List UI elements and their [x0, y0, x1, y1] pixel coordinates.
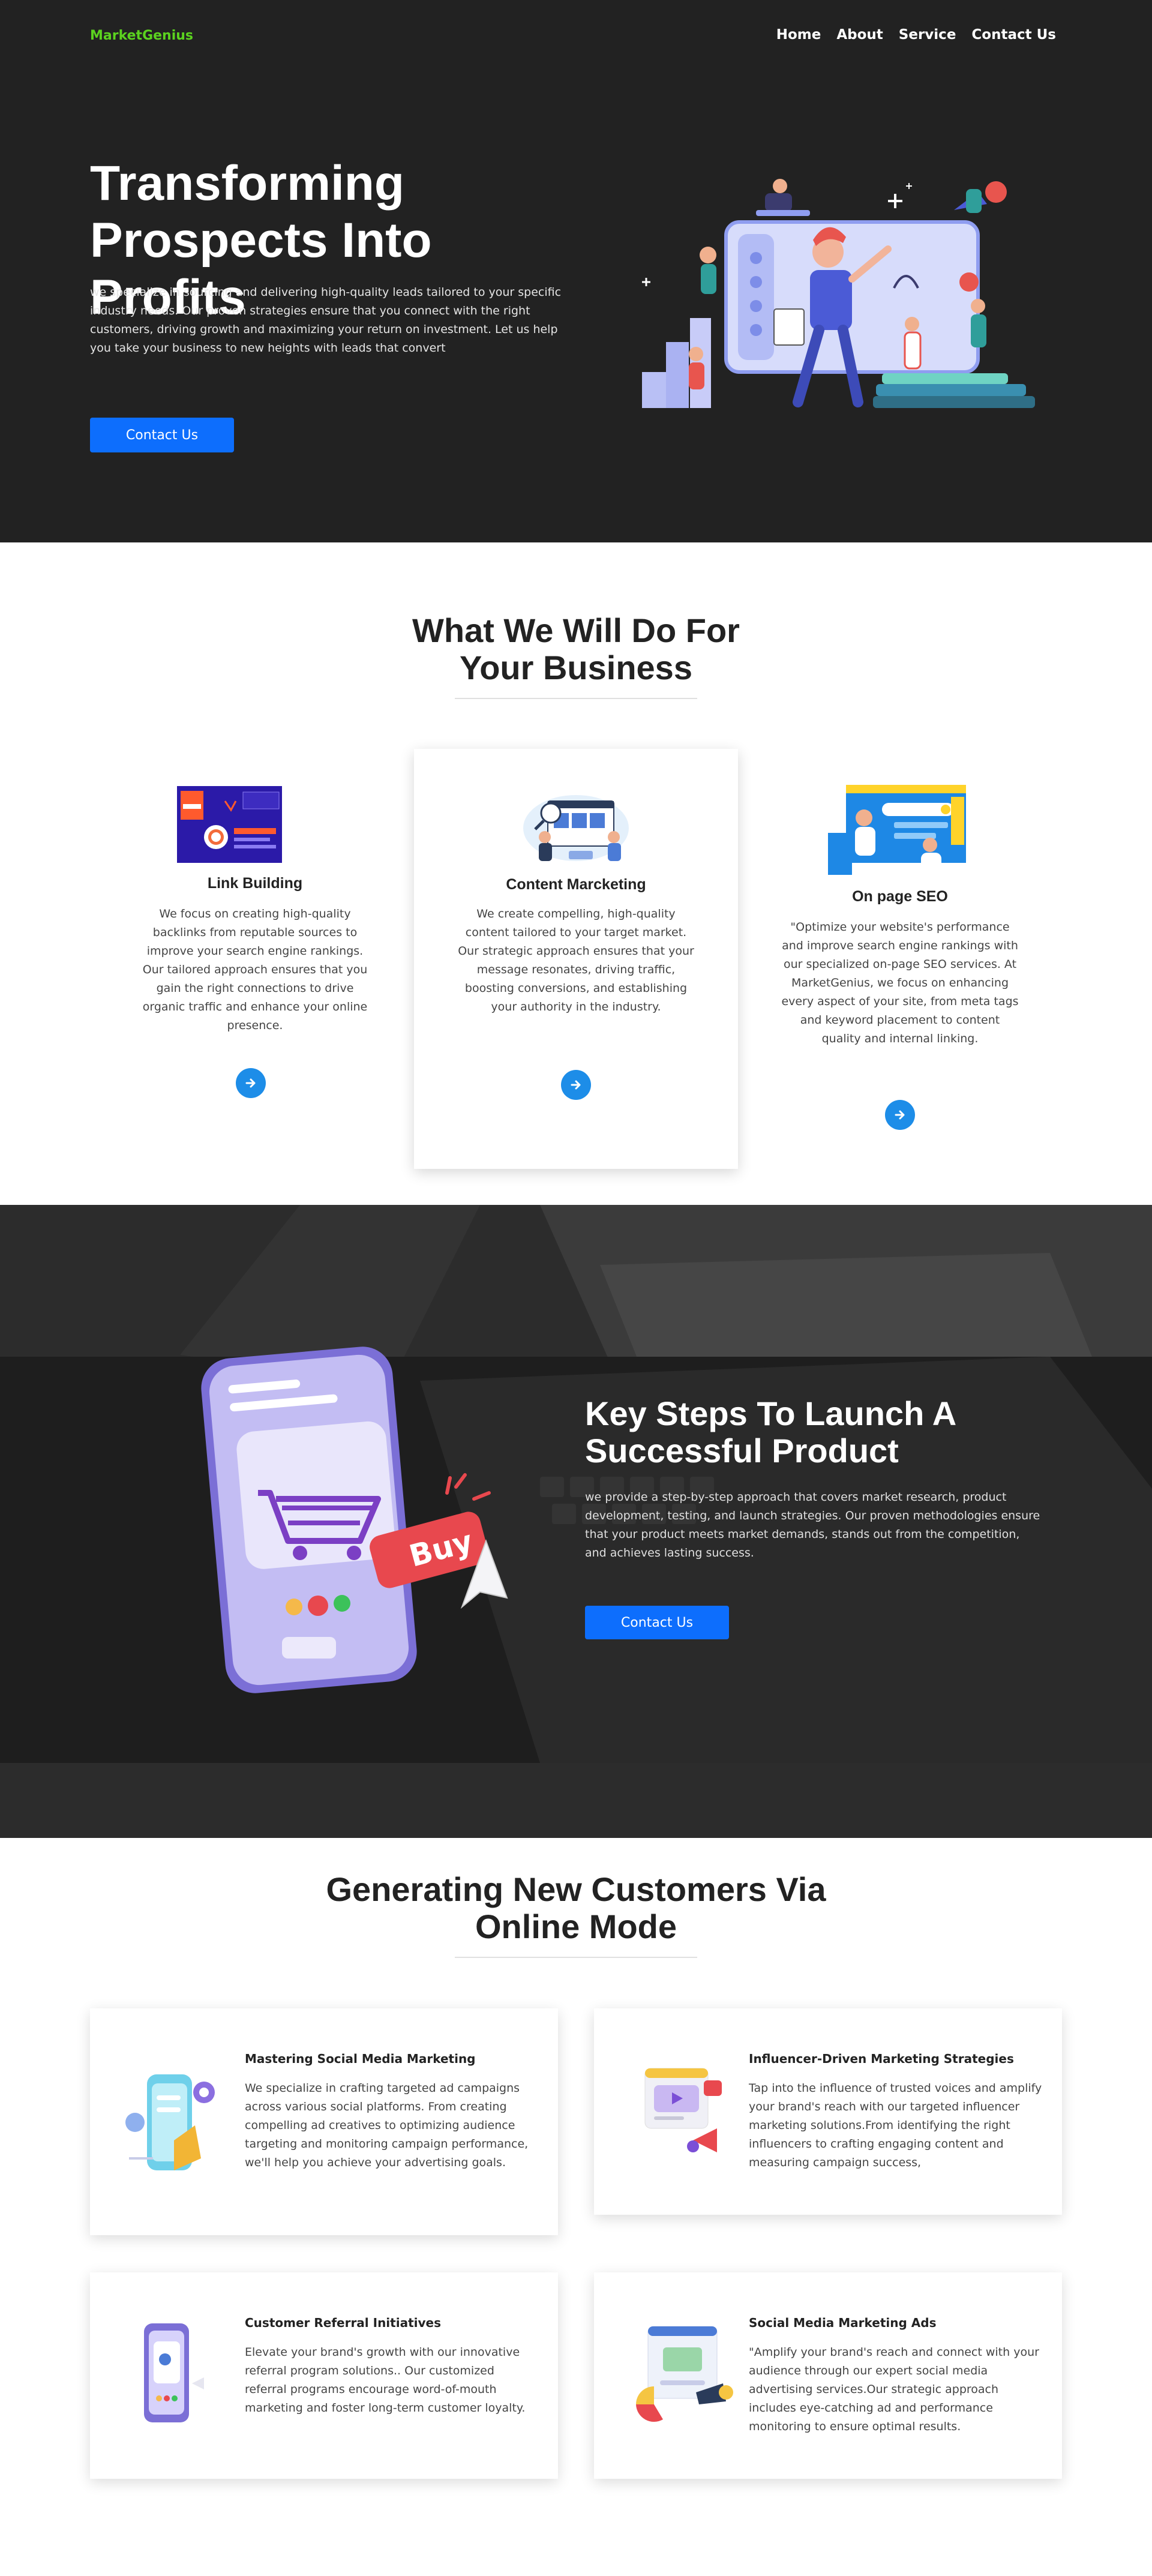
arrow-right-icon	[245, 1078, 256, 1088]
nav-link-contact[interactable]: Contact Us	[971, 27, 1056, 43]
brand-logo[interactable]: MarketGenius	[90, 28, 193, 43]
customer-card-social-media: Mastering Social Media Marketing We spec…	[90, 2008, 558, 2235]
service-card-on-page-seo: On page SEO "Optimize your website's per…	[768, 749, 1032, 1145]
navbar: MarketGenius Home About Service Contact …	[0, 0, 1152, 72]
customer-card-title: Mastering Social Media Marketing	[245, 2052, 476, 2066]
service-title: Link Building	[207, 875, 303, 892]
key-steps-contact-button[interactable]: Contact Us	[585, 1606, 729, 1639]
social-ads-icon	[636, 2326, 733, 2422]
hero-illustration	[642, 179, 1035, 408]
customer-card-title: Influencer-Driven Marketing Strategies	[749, 2052, 1014, 2066]
service-description: We focus on creating high-quality backli…	[142, 907, 368, 1032]
shopping-phone-illustration	[201, 1347, 508, 1693]
customer-card-title: Customer Referral Initiatives	[245, 2316, 441, 2330]
services-title: What We Will Do For Your Business	[412, 611, 740, 686]
customer-card-social-ads: Social Media Marketing Ads "Amplify your…	[594, 2272, 1062, 2479]
service-description: We create compelling, high-quality conte…	[458, 907, 694, 1013]
service-arrow-button[interactable]	[236, 1068, 266, 1098]
nav-link-about[interactable]: About	[836, 27, 883, 43]
nav-menu: Home About Service Contact Us	[776, 27, 1056, 43]
arrow-right-icon	[895, 1110, 905, 1120]
customer-card-title: Social Media Marketing Ads	[749, 2316, 937, 2330]
service-card-link-building: Link Building We focus on creating high-…	[126, 749, 384, 1109]
nav-link-service[interactable]: Service	[899, 27, 956, 43]
customer-card-description: We specialize in crafting targeted ad ca…	[245, 2082, 529, 2169]
on-page-seo-image	[828, 785, 966, 875]
services-title-underline	[455, 698, 697, 699]
hero-contact-button[interactable]: Contact Us	[90, 418, 234, 452]
service-arrow-button[interactable]	[561, 1070, 591, 1100]
hero-description: we specialize in sourcing and delivering…	[90, 286, 562, 355]
arrow-right-icon	[571, 1080, 581, 1090]
nav-link-home[interactable]: Home	[776, 27, 821, 43]
service-arrow-button[interactable]	[885, 1100, 915, 1130]
influencer-video-icon	[644, 2068, 722, 2152]
service-title: Content Marcketing	[506, 876, 646, 893]
referral-phone-icon	[144, 2323, 204, 2422]
key-steps-description: we provide a step-by-step approach that …	[585, 1491, 1040, 1560]
service-description: "Optimize your website's performance and…	[781, 920, 1019, 1045]
customer-card-description: Tap into the influence of trusted voices…	[749, 2082, 1042, 2169]
service-card-content-marketing: Content Marcketing We create compelling,…	[414, 749, 738, 1169]
customers-title: Generating New Customers Via Online Mode	[326, 1870, 826, 1945]
customer-card-description: "Amplify your brand's reach and connect …	[749, 2346, 1039, 2433]
customer-card-influencer: Influencer-Driven Marketing Strategies T…	[594, 2008, 1062, 2215]
service-title: On page SEO	[852, 888, 948, 905]
link-building-image	[177, 786, 282, 863]
hero-section: MarketGenius Home About Service Contact …	[0, 0, 1152, 542]
customers-title-underline	[455, 1957, 697, 1958]
social-media-phone-icon	[125, 2074, 215, 2170]
customer-card-referral: Customer Referral Initiatives Elevate yo…	[90, 2272, 558, 2479]
content-marketing-image	[523, 795, 629, 861]
key-steps-title: Key Steps To Launch A Successful Product	[585, 1395, 956, 1470]
customer-card-description: Elevate your brand's growth with our inn…	[245, 2346, 526, 2415]
